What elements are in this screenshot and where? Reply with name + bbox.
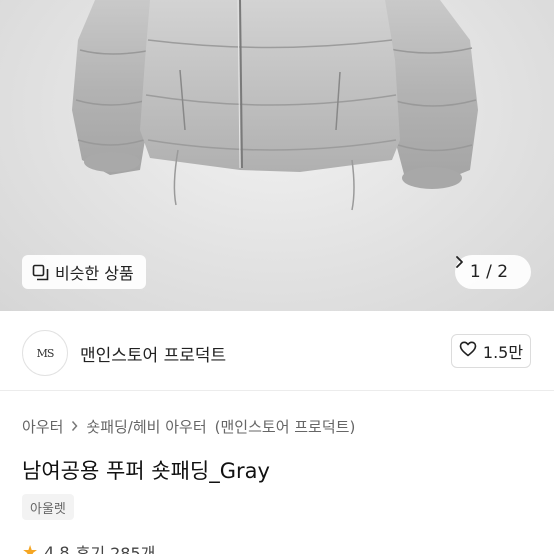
chevron-right-icon [71, 418, 78, 436]
breadcrumb: 아우터 숏패딩/헤비 아우터 (맨인스토어 프로덕트) [22, 416, 355, 437]
image-pager-button[interactable]: 1 / 2 [455, 255, 531, 289]
store-logo[interactable]: MS [22, 330, 68, 376]
breadcrumb-item-store[interactable]: (맨인스토어 프로덕트) [215, 416, 356, 437]
breadcrumb-item-category[interactable]: 숏패딩/헤비 아우터 [86, 416, 206, 437]
breadcrumb-item-outer[interactable]: 아우터 [22, 416, 63, 437]
product-title: 남여공용 푸퍼 숏패딩_Gray [22, 459, 270, 483]
rating-value: 4.8 [44, 542, 70, 554]
star-icon: ★ [22, 541, 39, 554]
like-count: 1.5만 [482, 343, 524, 362]
store-name[interactable]: 맨인스토어 프로덕트 [80, 341, 226, 366]
similar-items-label: 비슷한 상품 [55, 264, 134, 283]
similar-items-icon [32, 264, 49, 281]
like-button[interactable]: 1.5만 [451, 334, 531, 368]
review-count[interactable]: 후기 285개 [76, 540, 156, 554]
outlet-tag: 아울렛 [22, 494, 74, 520]
heart-icon [459, 341, 477, 361]
rating-row[interactable]: ★ 4.8 후기 285개 [22, 540, 155, 554]
similar-items-button[interactable]: 비슷한 상품 [22, 255, 146, 289]
image-pager-text: 1 / 2 [469, 262, 509, 282]
product-image[interactable]: 비슷한 상품 1 / 2 [0, 0, 554, 311]
